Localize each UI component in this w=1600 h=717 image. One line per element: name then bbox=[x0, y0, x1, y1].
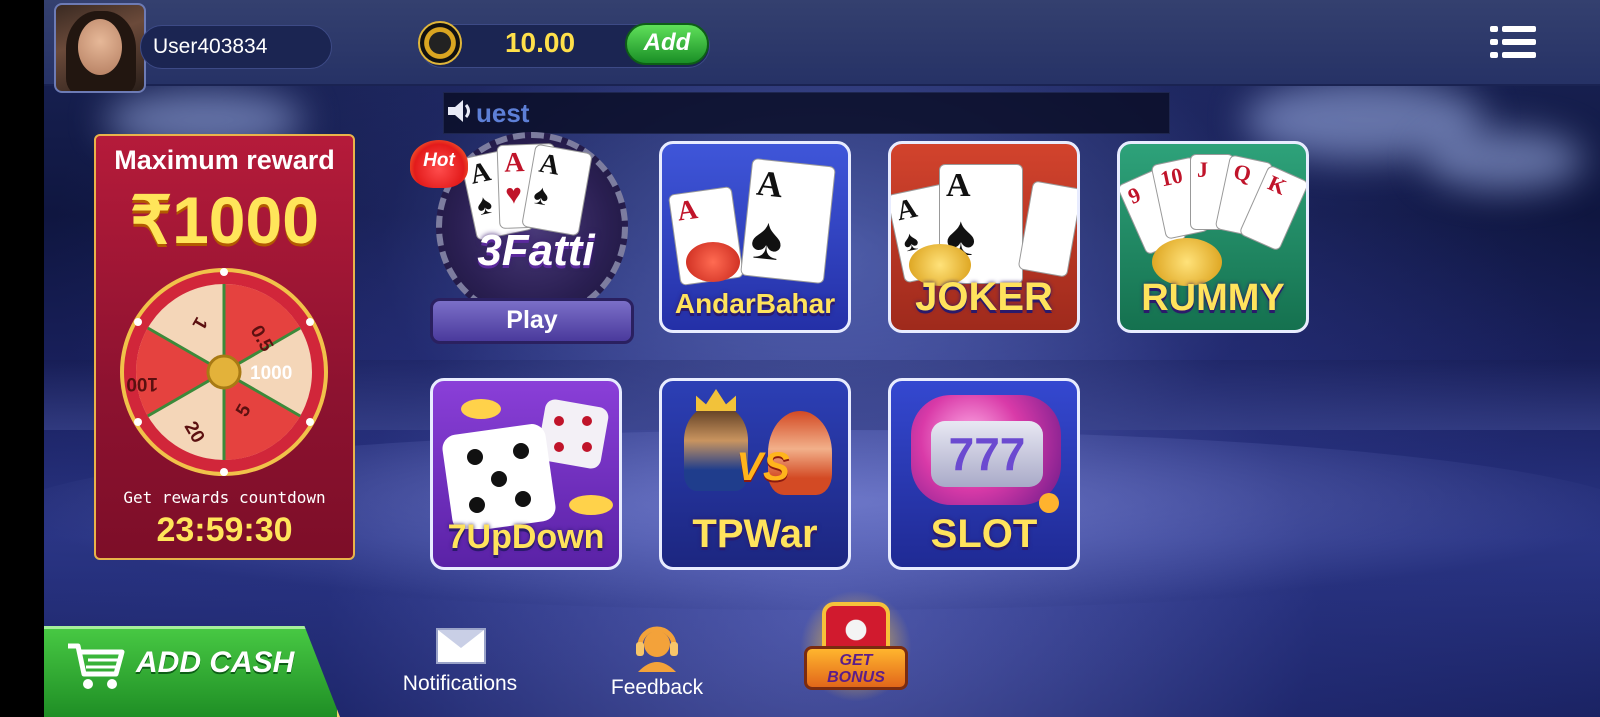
feedback-label[interactable]: Feedback bbox=[595, 676, 719, 700]
card-graphic: A ♠ bbox=[740, 157, 836, 285]
game-label: AndarBahar bbox=[674, 288, 836, 319]
hot-badge: Hot bbox=[410, 140, 468, 188]
game-label: TPWar bbox=[692, 512, 818, 556]
headset-icon[interactable] bbox=[632, 622, 682, 672]
stadium-light bbox=[1424, 130, 1584, 190]
game-tile-slot[interactable]: 777 SLOT bbox=[888, 378, 1080, 570]
game-tile-andar-bahar[interactable]: A A ♠ AndarBahar bbox=[659, 141, 851, 333]
game-tile-tpwar[interactable]: VS TPWar bbox=[659, 378, 851, 570]
wheel-segment: 1000 bbox=[250, 363, 292, 384]
3patti-logo: 3Fatti bbox=[477, 226, 595, 275]
game-label: JOKER bbox=[915, 275, 1053, 319]
countdown-label: Get rewards countdown bbox=[123, 488, 326, 507]
vs-label: VS bbox=[736, 445, 790, 489]
add-cash-label: ADD CASH bbox=[136, 646, 295, 679]
get-bonus-button[interactable]: GET BONUS bbox=[800, 590, 912, 702]
marquee-text: uest bbox=[476, 98, 530, 128]
menu-icon[interactable] bbox=[1490, 26, 1536, 60]
avatar[interactable] bbox=[54, 3, 146, 93]
reward-wheel[interactable]: 0.5 1000 5 20 100 1 bbox=[120, 268, 328, 476]
game-label: 7UpDown bbox=[447, 518, 605, 556]
notifications-label[interactable]: Notifications bbox=[380, 672, 540, 696]
username: User403834 bbox=[153, 35, 268, 58]
get-bonus-label: GET BONUS bbox=[804, 646, 908, 690]
dice-graphic bbox=[442, 399, 613, 529]
game-label: RUMMY bbox=[1141, 277, 1285, 319]
coin-icon bbox=[418, 21, 462, 65]
play-button[interactable]: Play bbox=[430, 298, 634, 344]
screen-edge bbox=[0, 0, 44, 717]
reward-title: Maximum reward bbox=[114, 145, 335, 175]
mail-icon[interactable] bbox=[436, 628, 486, 664]
balance-value: 10.00 bbox=[504, 27, 576, 58]
speaker-icon bbox=[448, 100, 470, 122]
get-bonus-line1: GET bbox=[839, 652, 873, 669]
game-tile-rummy[interactable]: 9 10 J Q K RUMMY bbox=[1117, 141, 1309, 333]
reward-amount: ₹1000 bbox=[130, 183, 319, 257]
slot-reel: 777 bbox=[931, 421, 1043, 487]
slot-lever-knob bbox=[1039, 493, 1059, 513]
cart-icon bbox=[68, 643, 125, 689]
game-tile-joker[interactable]: A ♠ A ♠ JOKER bbox=[888, 141, 1080, 333]
card-graphic bbox=[1017, 180, 1077, 278]
game-label: SLOT bbox=[930, 512, 1038, 556]
crown-icon bbox=[696, 389, 736, 411]
avatar-face bbox=[78, 19, 122, 75]
countdown-timer: 23:59:30 bbox=[156, 511, 293, 549]
chips-graphic bbox=[686, 242, 740, 282]
add-button[interactable]: Add bbox=[625, 23, 709, 65]
announcement-marquee bbox=[443, 92, 1170, 134]
wheel-segment: 100 bbox=[126, 373, 158, 394]
game-tile-7updown[interactable]: 7UpDown bbox=[430, 378, 622, 570]
get-bonus-line2: BONUS bbox=[827, 669, 885, 686]
